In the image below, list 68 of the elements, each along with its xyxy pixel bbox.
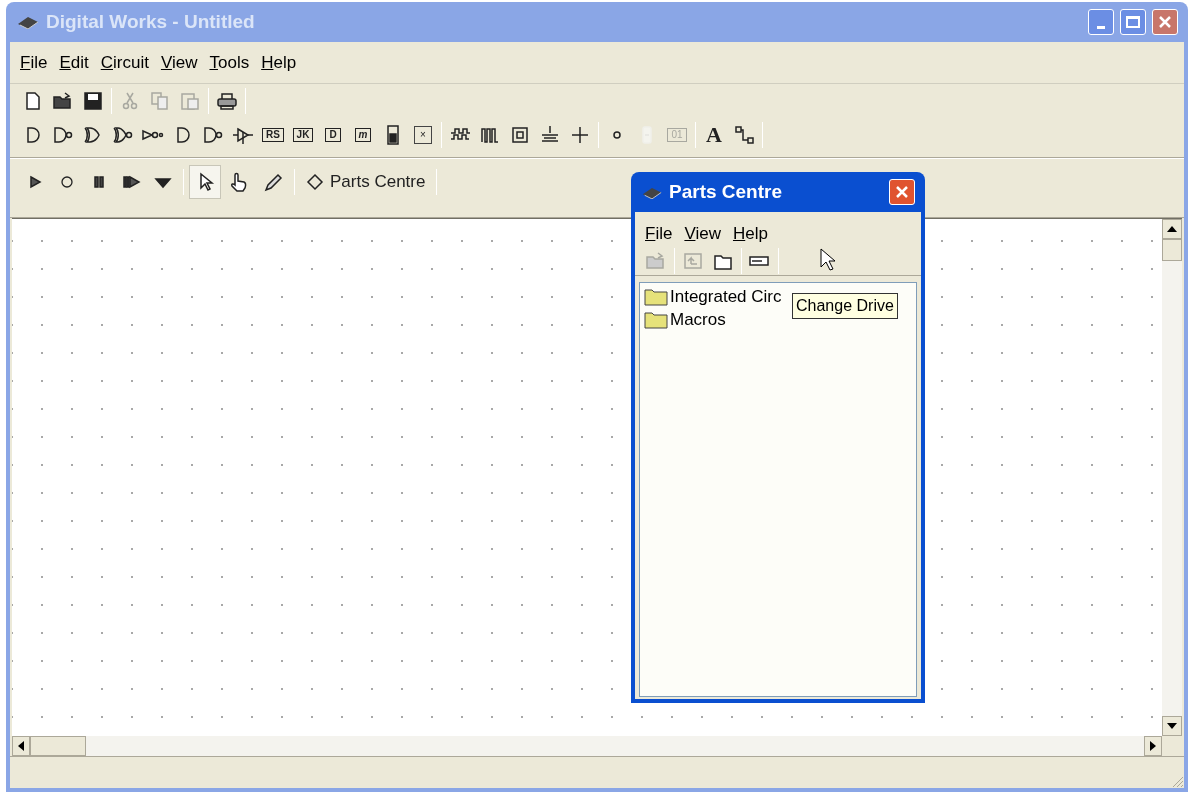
up-folder-icon xyxy=(682,250,704,271)
menu-item[interactable]: Circuit xyxy=(100,49,149,76)
toolbar-button[interactable]: × xyxy=(408,120,438,150)
down-arrow-icon xyxy=(1167,723,1177,729)
tooltip: Change Drive xyxy=(792,293,898,319)
menu-item[interactable]: Edit xyxy=(59,49,89,76)
printer-icon xyxy=(216,91,238,111)
scroll-up-button[interactable] xyxy=(1162,219,1182,239)
plus-icon xyxy=(569,125,591,145)
pulse-wave-icon xyxy=(479,125,501,145)
maximize-button[interactable] xyxy=(1120,9,1146,35)
tool-button[interactable] xyxy=(189,165,221,199)
toolbar-button[interactable]: A xyxy=(699,120,729,150)
scroll-thumb[interactable] xyxy=(30,736,86,756)
folder-icon xyxy=(52,91,74,111)
component-icon: × xyxy=(414,126,432,144)
scroll-left-button[interactable] xyxy=(12,736,30,756)
menu-item[interactable]: Help xyxy=(732,221,768,247)
mouse-cursor-icon xyxy=(820,248,836,272)
toolbar-button[interactable]: RS xyxy=(258,120,288,150)
close-icon xyxy=(1158,15,1172,29)
folder-icon xyxy=(645,250,667,271)
menu-item[interactable]: Help xyxy=(261,49,297,76)
diamond-icon xyxy=(306,173,324,191)
menu-item[interactable]: File xyxy=(645,221,673,247)
scroll-down-button[interactable] xyxy=(1162,716,1182,736)
copy-icon xyxy=(149,91,171,111)
nand-gate-icon xyxy=(52,125,74,145)
component-icon: 01 xyxy=(667,128,687,142)
menu-item[interactable]: Tools xyxy=(209,49,250,76)
left-arrow-icon xyxy=(18,741,24,751)
vertical-scrollbar[interactable] xyxy=(1162,219,1182,736)
minimize-button[interactable] xyxy=(1088,9,1114,35)
resize-grip-icon[interactable] xyxy=(1170,774,1184,788)
folder-icon xyxy=(644,311,668,329)
chip-icon xyxy=(641,185,663,199)
nand-gate-icon xyxy=(202,125,224,145)
folder-icon xyxy=(644,288,668,306)
close-icon xyxy=(895,185,909,199)
text-icon: A xyxy=(706,124,722,146)
pen-icon xyxy=(262,172,284,192)
buffer-icon xyxy=(232,125,254,145)
right-arrow-icon xyxy=(1150,741,1156,751)
component-icon: RS xyxy=(262,128,284,142)
wire-icon xyxy=(733,125,755,145)
window-title: Digital Works - Untitled xyxy=(46,9,255,34)
scroll-right-button[interactable] xyxy=(1144,736,1162,756)
toolbar-button[interactable]: m xyxy=(348,120,378,150)
push-button-icon xyxy=(509,125,531,145)
clipboard-icon xyxy=(179,91,201,111)
close-button[interactable] xyxy=(889,179,915,205)
scroll-thumb[interactable] xyxy=(1162,239,1182,261)
horizontal-scrollbar[interactable] xyxy=(12,736,1162,756)
up-arrow-icon xyxy=(1167,226,1177,232)
component-icon: JK xyxy=(292,128,314,142)
toolbar-button[interactable]: D xyxy=(318,120,348,150)
window-title: Parts Centre xyxy=(669,179,782,204)
component-icon: D xyxy=(325,128,341,142)
nor-gate-icon xyxy=(112,125,134,145)
menu-item[interactable]: View xyxy=(684,221,721,247)
chip-icon xyxy=(16,15,40,29)
parts-centre-button[interactable]: Parts Centre xyxy=(300,167,432,197)
close-button[interactable] xyxy=(1152,9,1178,35)
ground-icon xyxy=(539,125,561,145)
menu-item[interactable]: View xyxy=(160,49,198,76)
component-icon: m xyxy=(354,128,372,142)
toolbar-button[interactable]: JK xyxy=(288,120,318,150)
menu-item[interactable]: File xyxy=(20,49,48,76)
